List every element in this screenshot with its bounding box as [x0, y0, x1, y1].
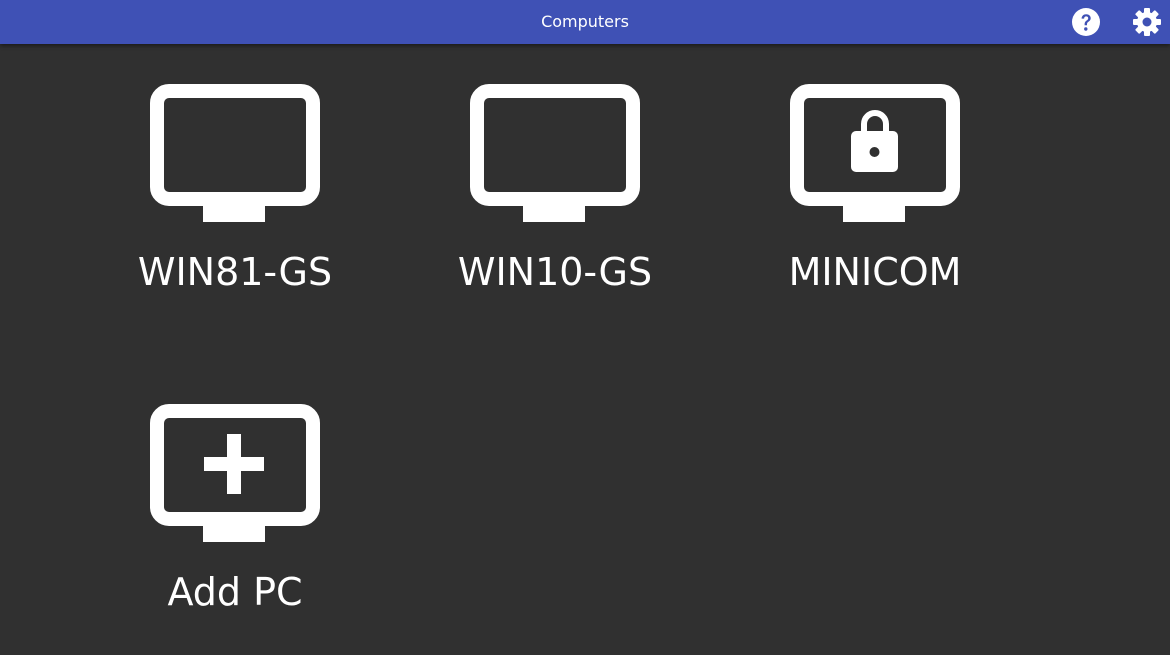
computer-name: WIN81-GS [137, 250, 333, 294]
computer-tile-win10-gs[interactable]: WIN10-GS [395, 44, 715, 304]
settings-button[interactable] [1132, 7, 1162, 37]
computer-tile-minicom[interactable]: MINICOM [715, 44, 1035, 304]
computer-name: WIN10-GS [457, 250, 653, 294]
monitor-icon [470, 84, 640, 222]
computer-tile-win81-gs[interactable]: WIN81-GS [75, 44, 395, 304]
monitor-lock-icon [790, 84, 960, 222]
add-pc-label: Add PC [167, 570, 303, 614]
computer-grid: WIN81-GS WIN10-GS MINICOM Add PC [0, 44, 1170, 655]
page-title: Computers [541, 12, 629, 31]
gear-icon [1133, 8, 1161, 36]
help-button[interactable] [1071, 7, 1101, 37]
add-pc-tile[interactable]: Add PC [75, 364, 395, 624]
monitor-icon [150, 84, 320, 222]
monitor-plus-icon [150, 404, 320, 542]
computer-name: MINICOM [788, 250, 962, 294]
help-icon [1072, 8, 1100, 36]
top-app-bar: Computers [0, 0, 1170, 44]
